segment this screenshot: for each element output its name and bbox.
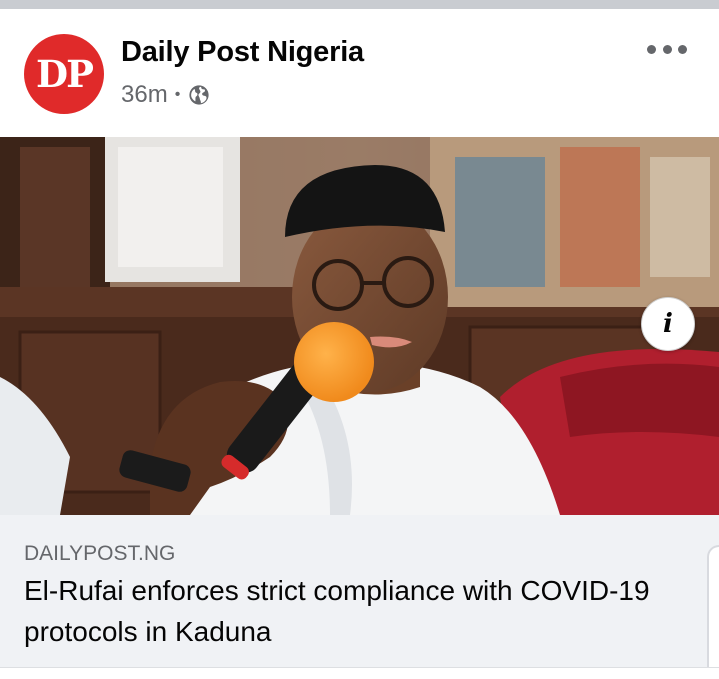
article-photo[interactable]: i bbox=[0, 137, 719, 515]
photo-illustration bbox=[0, 137, 719, 515]
link-preview-card[interactable]: DAILYPOST.NG El-Rufai enforces strict co… bbox=[0, 515, 719, 667]
dot bbox=[662, 44, 672, 54]
avatar-logo-text: DP bbox=[36, 52, 94, 96]
page-name-link[interactable]: Daily Post Nigeria bbox=[121, 36, 364, 69]
dot bbox=[678, 44, 687, 54]
link-headline[interactable]: El-Rufai enforces strict compliance with… bbox=[24, 570, 664, 652]
page-avatar[interactable]: DP bbox=[24, 34, 104, 114]
dot bbox=[647, 44, 656, 54]
globe-icon bbox=[189, 85, 209, 105]
more-options-icon[interactable] bbox=[647, 39, 687, 59]
bottom-divider bbox=[0, 667, 719, 679]
info-icon[interactable]: i bbox=[641, 297, 695, 351]
feed-separator bbox=[0, 0, 719, 9]
link-domain: DAILYPOST.NG bbox=[24, 542, 176, 565]
post-timestamp[interactable]: 36m bbox=[121, 81, 168, 109]
meta-separator: • bbox=[174, 86, 181, 103]
post-meta: 36m • bbox=[121, 81, 210, 109]
post-header: DP Daily Post Nigeria 36m • bbox=[0, 9, 719, 137]
next-card-edge bbox=[707, 545, 719, 670]
